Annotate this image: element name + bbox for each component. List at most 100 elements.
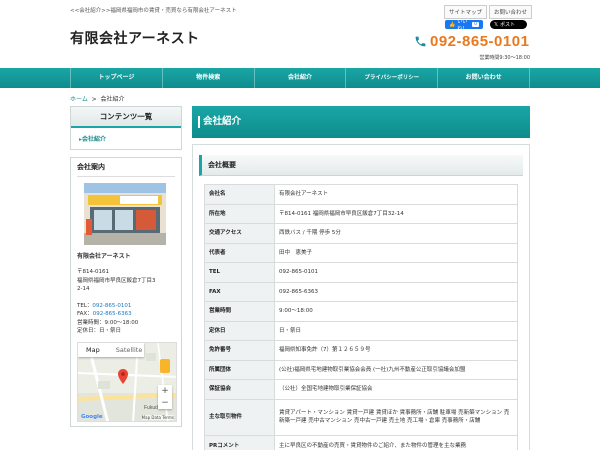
nav-item-property-search[interactable]: 物件検索 [161,68,254,88]
company-zip: 〒814-0161 [77,269,109,275]
row-value: 福岡県知事免許（7）第１２６５９号 [274,340,518,361]
company-info-box: 会社案内 有限会社アーネスト 〒814-0161 福岡県福岡市早良区飯倉7丁目3… [70,157,182,427]
sidebar: コンテンツ一覧 会社紹介 会社案内 有限会社アーネスト 〒814-0161 福岡… [70,106,182,427]
company-info-table: 会社名 有限会社アーネスト 所在地 〒814-0161 福岡県福岡市早良区飯倉7丁目3… [204,184,518,450]
row-label: 交通アクセス [204,223,275,244]
row-label: TEL [204,262,275,283]
fax-label: FAX： [77,311,93,317]
street-view-pegman-icon[interactable] [160,358,170,373]
breadcrumb: ホーム > 会社紹介 [70,94,125,103]
phone-icon [415,36,426,47]
row-label: FAX [204,281,275,302]
site-header: <<会社紹介>>福岡県福岡市の賃貸・売買なら有限会社アーネスト 有限会社アーネス… [0,0,600,68]
map-tab-map[interactable]: Map [78,343,108,357]
row-value: 〒814-0161 福岡県福岡市早良区飯倉7丁目32-14 [274,203,518,224]
row-label: 定休日 [204,320,275,341]
fax-link[interactable]: 092-865-6363 [93,311,132,317]
table-row: 代表者 田中 恵美子 [204,242,518,263]
site-tagline: <<会社紹介>>福岡県福岡市の賃貸・売買なら有限会社アーネスト [70,8,237,14]
row-label: 所属団体 [204,359,275,380]
zoom-in-button[interactable]: + [158,385,172,397]
phone-block[interactable]: 092-865-0101 [414,33,529,50]
table-row: 定休日 日・祭日 [204,320,518,341]
map-zoom-controls: + − [158,384,172,409]
breadcrumb-separator: > [91,96,97,103]
row-label: 主な取引物件 [204,398,275,436]
tel-link[interactable]: 092-865-0101 [92,303,131,309]
table-row: TEL 092-865-0101 [204,262,518,283]
business-hours: 営業時間9:30～18:00 [479,55,530,61]
row-label: 保証協会 [204,379,275,400]
table-row: 保証協会 （公社）全国宅地建物取引業保証協会 [204,379,518,400]
company-name: 有限会社アーネスト [77,253,131,260]
row-value: 田中 恵美子 [274,242,518,263]
company-info-title: 会社案内 [77,162,175,177]
row-value: 賃貸アパート・マンション 賃貸一戸建 賃貸ほか 賃事務所・店舗 駐車場 売新築マ… [274,398,518,436]
x-post-label: ポスト [500,22,516,28]
nav-item-top[interactable]: トップページ [70,68,162,88]
contents-title: コンテンツ一覧 [71,107,181,128]
row-value: 9:00～18:00 [274,301,518,322]
map-type-tabs: Map Satellite [78,342,145,357]
x-logo-icon: 𝕏 [494,21,499,28]
table-row: 主な取引物件 賃貸アパート・マンション 賃貸一戸建 賃貸ほか 賃事務所・店舗 駐車… [204,398,518,436]
row-label: PRコメント [204,434,275,450]
facebook-like-button[interactable]: 👍 いいね！ 0 [445,18,483,32]
table-row: PRコメント 主に早良区の不動産の売買・賃貸物件のご紹介、また物件の管理を主な業務 [204,434,518,450]
zoom-out-button[interactable]: − [158,397,172,409]
google-map[interactable]: Fukudai-d Map Satellite + − Google Map D… [77,341,177,422]
phone-number: 092-865-0101 [430,33,530,50]
company-hours: 営業時間：9:00～18:00 [77,319,139,326]
company-address-cont: 2-14 [77,286,90,292]
facebook-like-count: 0 [472,22,479,27]
site-logo[interactable]: 有限会社アーネスト [70,28,200,48]
table-row: 所在地 〒814-0161 福岡県福岡市早良区飯倉7丁目32-14 [204,203,518,224]
table-row: 交通アクセス 西鉄バス / 千隈 停歩 5分 [204,223,518,244]
company-fax: FAX：092-865-6363 [77,310,175,319]
row-value: 092-865-6363 [274,281,518,302]
global-nav: トップページ 物件検索 会社紹介 プライバシーポリシー お問い合わせ [0,68,600,88]
map-pin-icon[interactable] [118,368,128,384]
row-label: 会社名 [204,184,275,205]
row-label: 免許番号 [204,340,275,361]
row-value: 092-865-0101 [274,262,518,283]
row-label: 営業時間 [204,301,275,322]
thumbs-up-icon: 👍 [449,21,456,28]
sidebar-item-company[interactable]: 会社紹介 [71,128,181,149]
row-value: 日・祭日 [274,320,518,341]
row-value: 西鉄バス / 千隈 停歩 5分 [274,223,518,244]
x-post-button[interactable]: 𝕏 ポスト [490,20,527,29]
nav-item-contact[interactable]: お問い合わせ [437,68,530,88]
company-address: 福岡県福岡市早良区飯倉7丁目3 [77,277,156,284]
row-value: 有限会社アーネスト [274,184,518,205]
map-tab-satellite[interactable]: Satellite [108,343,145,357]
row-label: 所在地 [204,203,275,224]
table-row: 所属団体 (公社)福岡県宅地建物取引業協会会員 (一社)九州不動産公正取引協議会加… [204,359,518,380]
breadcrumb-home[interactable]: ホーム [70,96,88,103]
section-heading: 会社概要 [199,155,523,176]
company-holiday: 定休日：日・祭日 [77,328,122,334]
facebook-like-label: いいね！ [457,18,468,32]
table-row: 営業時間 9:00～18:00 [204,301,518,322]
tel-label: TEL： [77,302,93,309]
table-row: 免許番号 福岡県知事免許（7）第１２６５９号 [204,340,518,361]
social-buttons: 👍 いいね！ 0 [445,18,483,32]
table-row: 会社名 有限会社アーネスト [204,184,518,205]
main-content: 会社紹介 会社概要 会社名 有限会社アーネスト 所在地 〒814-0161 福岡県福岡… [192,106,530,450]
contact-link[interactable]: お問い合わせ [488,5,532,19]
row-value: (公社)福岡県宅地建物取引業協会会員 (一社)九州不動産公正取引協議会加盟 [274,359,518,380]
company-overview-panel: 会社概要 会社名 有限会社アーネスト 所在地 〒814-0161 福岡県福岡市早良区飯… [192,144,530,450]
company-tel: TEL：092-865-0101 [77,302,175,311]
row-value: 主に早良区の不動産の売買・賃貸物件のご紹介、また物件の管理を主な業務 [274,434,518,450]
contents-box: コンテンツ一覧 会社紹介 [70,106,182,150]
page-title: 会社紹介 [192,106,530,138]
google-logo: Google [81,413,103,420]
nav-item-company[interactable]: 会社紹介 [253,68,346,88]
top-links: サイトマップ お問い合わせ [442,5,532,19]
nav-item-privacy[interactable]: プライバシーポリシー [345,68,437,88]
map-data-terms[interactable]: Map Data Terms [141,414,174,420]
breadcrumb-current: 会社紹介 [100,96,125,103]
row-label: 代表者 [204,242,275,263]
shop-photo [84,183,166,245]
table-row: FAX 092-865-6363 [204,281,518,302]
